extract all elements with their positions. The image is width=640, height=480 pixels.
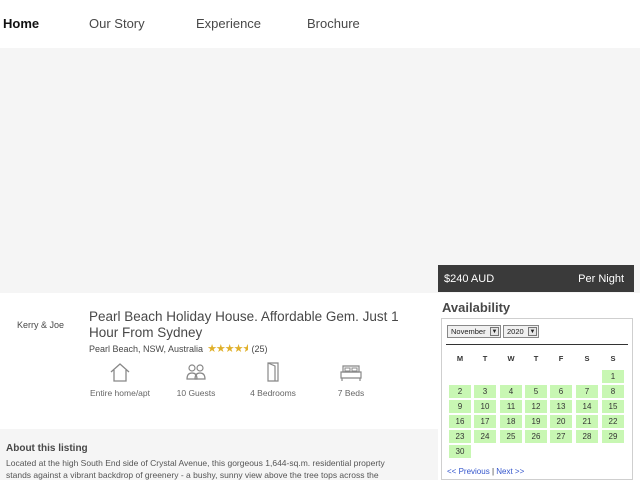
- door-icon: [267, 362, 279, 382]
- calendar-day[interactable]: 14: [576, 400, 598, 413]
- nav-separator: |: [491, 467, 495, 476]
- weekday-header: T: [482, 354, 488, 363]
- calendar-day[interactable]: 7: [576, 385, 598, 398]
- calendar-day[interactable]: 5: [525, 385, 547, 398]
- previous-month-link[interactable]: << Previous: [447, 467, 490, 476]
- calendar-day[interactable]: 27: [550, 430, 572, 443]
- home-icon: [110, 363, 130, 382]
- weekday-header: W: [507, 354, 515, 363]
- month-select[interactable]: November ▼: [447, 325, 501, 338]
- calendar-day[interactable]: 18: [500, 415, 522, 428]
- chevron-down-icon: ▼: [490, 327, 499, 336]
- nav-our-story[interactable]: Our Story: [89, 16, 145, 31]
- calendar-day[interactable]: 30: [449, 445, 471, 458]
- amenity-entire-home: Entire home/apt: [85, 362, 155, 399]
- amenity-label: 4 Bedrooms: [250, 388, 296, 398]
- calendar-day[interactable]: 12: [525, 400, 547, 413]
- calendar-day[interactable]: 21: [576, 415, 598, 428]
- calendar-day[interactable]: 9: [449, 400, 471, 413]
- weekday-header: S: [610, 354, 616, 363]
- price-amount: $240 AUD: [444, 273, 495, 285]
- calendar-day[interactable]: 25: [500, 430, 522, 443]
- calendar-day[interactable]: 29: [602, 430, 624, 443]
- top-nav: Home Our Story Experience Brochure: [0, 0, 640, 48]
- calendar-day[interactable]: 8: [602, 385, 624, 398]
- calendar-divider: [446, 344, 628, 345]
- calendar-day[interactable]: 19: [525, 415, 547, 428]
- calendar-day[interactable]: 13: [550, 400, 572, 413]
- hero-image: [0, 48, 640, 293]
- year-select[interactable]: 2020 ▼: [503, 325, 539, 338]
- amenity-guests: 10 Guests: [161, 362, 231, 399]
- amenity-beds: 7 Beds: [316, 362, 386, 399]
- guests-icon: [186, 364, 206, 380]
- calendar-day[interactable]: 20: [550, 415, 572, 428]
- nav-experience[interactable]: Experience: [196, 16, 261, 31]
- price-per-night: Per Night: [578, 273, 624, 285]
- review-count: (25): [251, 343, 268, 354]
- chevron-down-icon: ▼: [528, 327, 537, 336]
- amenity-label: Entire home/apt: [89, 388, 150, 398]
- star-rating-icon: ★★★★★: [207, 343, 248, 355]
- weekday-header: S: [584, 354, 590, 363]
- listing-location: Pearl Beach, NSW, Australia: [89, 343, 204, 354]
- calendar-day[interactable]: 2: [449, 385, 471, 398]
- calendar-day[interactable]: 1: [602, 370, 624, 383]
- calendar-day[interactable]: 22: [602, 415, 624, 428]
- host-name: Kerry & Joe: [17, 320, 65, 330]
- calendar-day[interactable]: 4: [500, 385, 522, 398]
- price-bar: $240 AUD Per Night: [438, 265, 634, 292]
- bed-icon: [340, 365, 362, 381]
- calendar-day[interactable]: 17: [474, 415, 496, 428]
- calendar-day[interactable]: 24: [474, 430, 496, 443]
- calendar-day[interactable]: 23: [449, 430, 471, 443]
- nav-home[interactable]: Home: [3, 16, 39, 31]
- amenity-bedrooms: 4 Bedrooms: [238, 362, 308, 399]
- calendar-nav: << Previous | Next >>: [447, 467, 524, 476]
- calendar-day[interactable]: 15: [602, 400, 624, 413]
- weekday-header: T: [533, 354, 539, 363]
- calendar-day[interactable]: 26: [525, 430, 547, 443]
- amenity-label: 7 Beds: [337, 388, 365, 398]
- calendar-day[interactable]: 28: [576, 430, 598, 443]
- availability-calendar: November ▼ 2020 ▼ M T W T F S S 1 2 3 4 5 6 7 8 9 10 11 12…: [441, 318, 633, 480]
- calendar-day[interactable]: 10: [474, 400, 496, 413]
- month-select-value: November: [451, 327, 486, 336]
- about-text: Located at the high South End side of Cr…: [6, 458, 385, 480]
- listing-title: Pearl Beach Holiday House. Affordable Ge…: [89, 309, 399, 340]
- next-month-link[interactable]: Next >>: [496, 467, 524, 476]
- weekday-header: M: [456, 354, 464, 363]
- nav-brochure[interactable]: Brochure: [307, 16, 360, 31]
- calendar-day[interactable]: 3: [474, 385, 496, 398]
- year-select-value: 2020: [507, 327, 524, 336]
- calendar-day[interactable]: 11: [500, 400, 522, 413]
- calendar-day[interactable]: 16: [449, 415, 471, 428]
- amenity-label: 10 Guests: [176, 388, 216, 398]
- weekday-header: F: [558, 354, 564, 363]
- availability-title: Availability: [442, 300, 511, 315]
- listing-meta: Pearl Beach, NSW, Australia ★★★★★ (25): [89, 342, 268, 355]
- calendar-day[interactable]: 6: [550, 385, 572, 398]
- about-title: About this listing: [6, 443, 88, 454]
